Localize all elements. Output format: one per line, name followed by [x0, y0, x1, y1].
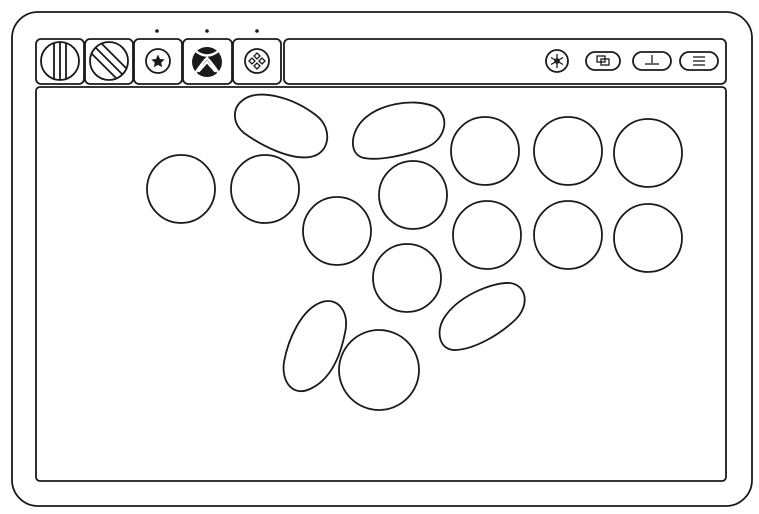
share-button[interactable] [632, 51, 672, 71]
action-button-group [146, 93, 683, 411]
action-button-bean[interactable] [438, 282, 526, 351]
share-tray-icon [645, 55, 659, 65]
action-button-bean[interactable] [351, 101, 446, 160]
action-button-round[interactable] [452, 200, 522, 270]
action-button-bean[interactable] [282, 300, 348, 392]
mode-indicator-dot [205, 29, 209, 33]
view-button[interactable] [585, 51, 621, 71]
mode-tab-bar [35, 29, 727, 85]
controller-svg [11, 11, 753, 507]
mode-tab-3[interactable] [133, 29, 183, 85]
mode-indicator-dot [155, 29, 159, 33]
snowflake-icon [550, 54, 564, 68]
mode-indicator-dot [255, 29, 259, 33]
action-button-round[interactable] [533, 200, 603, 270]
action-button-round[interactable] [450, 116, 520, 186]
vertical-lines-icon [40, 41, 80, 81]
mode-tab-5[interactable] [232, 29, 282, 85]
action-button-round[interactable] [146, 154, 216, 224]
arcade-controller-diagram [0, 0, 759, 514]
mode-tab-1[interactable] [35, 38, 85, 85]
action-button-round[interactable] [378, 160, 448, 230]
mode-tab-2[interactable] [84, 38, 134, 85]
action-button-bean[interactable] [233, 93, 329, 159]
xbox-logo-icon [192, 47, 222, 77]
action-button-round[interactable] [302, 196, 372, 266]
action-button-round[interactable] [613, 118, 683, 188]
guide-button[interactable] [545, 49, 569, 73]
system-button-panel [283, 38, 727, 85]
mode-tab-4[interactable] [182, 29, 233, 85]
action-button-round-large[interactable] [338, 329, 420, 411]
menu-button[interactable] [679, 51, 719, 71]
action-button-round[interactable] [230, 154, 300, 224]
action-button-round[interactable] [613, 203, 683, 273]
action-button-round[interactable] [372, 243, 442, 313]
star-icon [145, 48, 171, 74]
action-button-round[interactable] [533, 116, 603, 186]
hamburger-menu-icon [693, 56, 705, 66]
view-windows-icon [596, 55, 610, 66]
slash-circle-icon [89, 41, 129, 81]
dpad-diamond-icon [244, 48, 270, 74]
